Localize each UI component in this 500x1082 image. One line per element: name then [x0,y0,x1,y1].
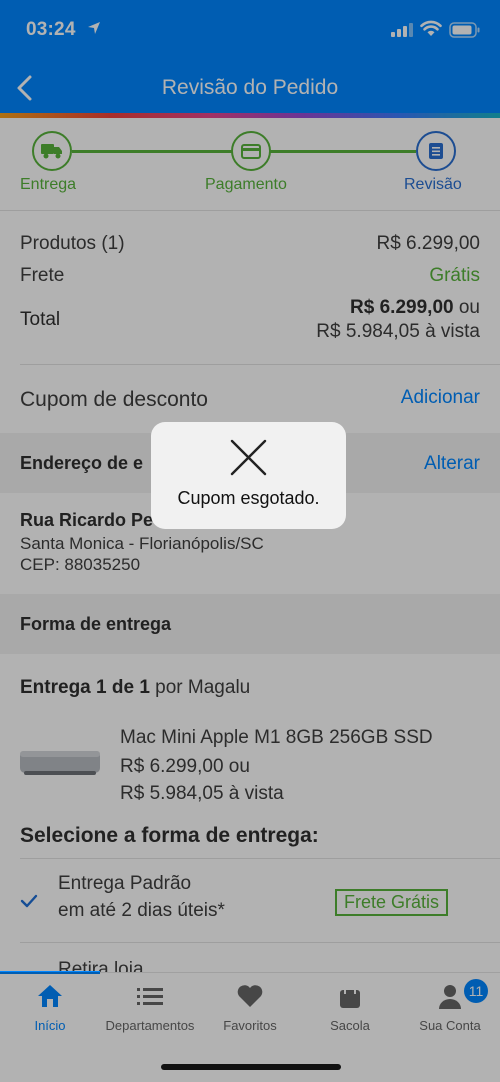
modal-overlay [0,0,500,1082]
home-indicator [161,1064,341,1070]
close-x-icon [230,439,267,476]
toast-message: Cupom esgotado. [177,488,320,508]
toast-popup: Cupom esgotado. [151,422,346,529]
